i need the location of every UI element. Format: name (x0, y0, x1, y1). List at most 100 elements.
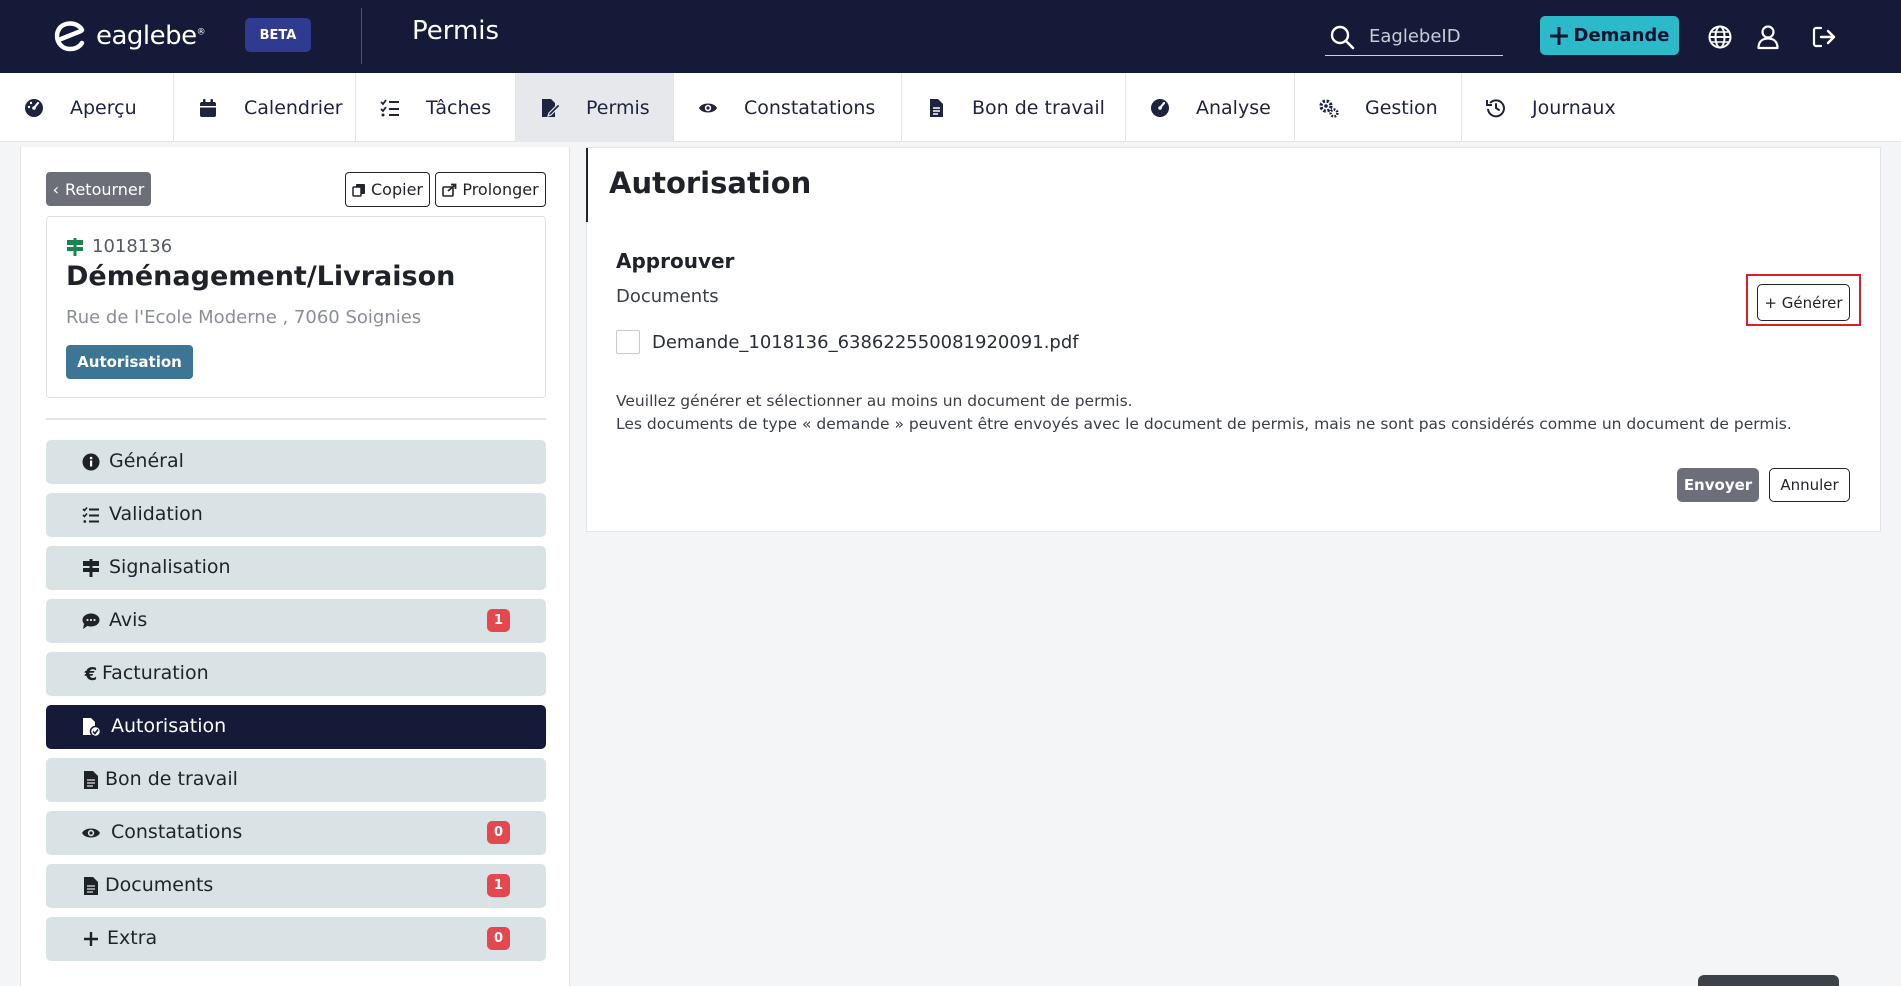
signpost-icon (67, 237, 83, 256)
calendar-icon (198, 98, 218, 118)
eaglebe-logo[interactable]: eaglebe® (52, 18, 206, 54)
instructions-text: Veuillez générer et sélectionner au moin… (616, 390, 1846, 436)
sidebar-item-label: Validation (109, 503, 203, 525)
tab-label: Permis (586, 96, 650, 119)
main-nav: Aperçu Calendrier Tâches Permis Constata… (0, 73, 1901, 142)
tab-journaux[interactable]: Journaux (1462, 73, 1642, 142)
tab-label: Journaux (1532, 96, 1616, 119)
sidebar-item-label: Facturation (102, 662, 209, 684)
permit-id-value: 1018136 (92, 236, 173, 257)
authorization-panel: Autorisation Approuver Documents + Génér… (586, 147, 1881, 532)
tab-constatations[interactable]: Constatations (674, 73, 902, 142)
info-icon (81, 452, 101, 472)
sidebar-item-documents[interactable]: Documents 1 (46, 864, 546, 908)
sidebar-item-label: Signalisation (109, 556, 231, 578)
permit-summary-card: 1018136 Déménagement/Livraison Rue de l'… (46, 216, 546, 398)
eye-icon (81, 823, 101, 843)
eye-icon (698, 98, 718, 118)
history-icon (1486, 98, 1506, 118)
back-button[interactable]: ‹ Retourner (46, 172, 151, 206)
tab-bon-de-travail[interactable]: Bon de travail (902, 73, 1126, 142)
page-title: Permis (412, 16, 500, 46)
sidebar-item-avis[interactable]: Avis 1 (46, 599, 546, 643)
tasks-icon (380, 98, 400, 118)
topbar-divider (361, 8, 362, 64)
user-icon[interactable] (1755, 24, 1781, 50)
permit-title: Déménagement/Livraison (66, 261, 456, 292)
permit-address: Rue de l'Ecole Moderne , 7060 Soignies (66, 307, 422, 328)
gears-icon (1319, 98, 1339, 118)
document-row: Demande_1018136_638622550081920091.pdf (616, 330, 1079, 354)
section-title: Autorisation (609, 166, 812, 200)
share-icon (442, 183, 457, 197)
search-box (1325, 18, 1503, 56)
extend-button[interactable]: Prolonger (435, 172, 546, 207)
tab-label: Constatations (744, 96, 876, 119)
send-button[interactable]: Envoyer (1677, 468, 1759, 502)
bottom-tab-handle[interactable] (1698, 975, 1839, 986)
tab-calendrier[interactable]: Calendrier (174, 73, 356, 142)
sidebar-item-label: Autorisation (111, 715, 227, 737)
documents-label: Documents (616, 286, 719, 307)
logout-icon[interactable] (1811, 24, 1837, 50)
euro-icon: € (84, 663, 98, 685)
count-badge: 1 (487, 609, 510, 632)
document-icon (81, 770, 101, 790)
gauge-icon (24, 98, 44, 118)
tab-label: Bon de travail (972, 96, 1105, 119)
cancel-button[interactable]: Annuler (1769, 468, 1850, 502)
plus-icon (81, 929, 101, 949)
gauge-icon (1150, 98, 1170, 118)
sidebar-item-facturation[interactable]: € Facturation (46, 652, 546, 696)
sidebar-item-bon-de-travail[interactable]: Bon de travail (46, 758, 546, 802)
copy-label: Copier (371, 180, 423, 199)
document-name[interactable]: Demande_1018136_638622550081920091.pdf (652, 332, 1079, 353)
sidebar-item-autorisation[interactable]: Autorisation (46, 705, 546, 749)
tab-gestion[interactable]: Gestion (1295, 73, 1462, 142)
tab-taches[interactable]: Tâches (356, 73, 516, 142)
generate-button[interactable]: + Générer (1757, 284, 1850, 321)
permit-icon (540, 98, 560, 118)
approve-heading: Approuver (616, 249, 735, 273)
header-accent-bar (586, 148, 588, 222)
globe-icon[interactable] (1707, 24, 1733, 50)
status-badge: Autorisation (66, 345, 193, 379)
sidebar-item-constatations[interactable]: Constatations 0 (46, 811, 546, 855)
sidebar-item-general[interactable]: Général (46, 440, 546, 484)
sidebar-item-label: Constatations (111, 821, 243, 843)
new-request-button[interactable]: Demande (1540, 16, 1679, 55)
tab-label: Analyse (1196, 96, 1271, 119)
search-icon[interactable] (1329, 24, 1355, 50)
tab-label: Calendrier (244, 96, 343, 119)
back-label: Retourner (65, 179, 145, 199)
sidebar-item-signalisation[interactable]: Signalisation (46, 546, 546, 590)
extend-label: Prolonger (462, 180, 539, 199)
copy-icon (352, 183, 365, 197)
sidebar-item-validation[interactable]: Validation (46, 493, 546, 537)
instruction-line: Veuillez générer et sélectionner au moin… (616, 392, 1133, 410)
tab-analyse[interactable]: Analyse (1126, 73, 1295, 142)
sidebar-item-label: Général (109, 450, 184, 472)
tab-apercu[interactable]: Aperçu (0, 73, 174, 142)
document-checkbox[interactable] (616, 330, 640, 354)
instruction-line: Les documents de type « demande » peuven… (616, 415, 1792, 433)
permit-id: 1018136 (66, 236, 172, 257)
search-input[interactable] (1369, 26, 1499, 47)
copy-button[interactable]: Copier (345, 172, 430, 207)
checklist-icon (81, 505, 101, 525)
comments-icon (81, 611, 101, 631)
tab-label: Aperçu (70, 96, 137, 119)
sidebar-item-label: Bon de travail (105, 768, 238, 790)
tab-permis[interactable]: Permis (516, 73, 674, 142)
beta-badge: BETA (245, 18, 311, 52)
count-badge: 0 (487, 821, 510, 844)
new-request-label: Demande (1573, 25, 1670, 46)
sidebar-item-label: Avis (109, 609, 148, 631)
count-badge: 1 (487, 874, 510, 897)
chevron-left-icon: ‹ (52, 179, 60, 199)
sidebar-item-extra[interactable]: Extra 0 (46, 917, 546, 961)
sidebar-item-label: Documents (105, 874, 214, 896)
sidebar-item-label: Extra (107, 927, 158, 949)
tab-label: Tâches (426, 96, 492, 119)
divider (46, 418, 546, 420)
